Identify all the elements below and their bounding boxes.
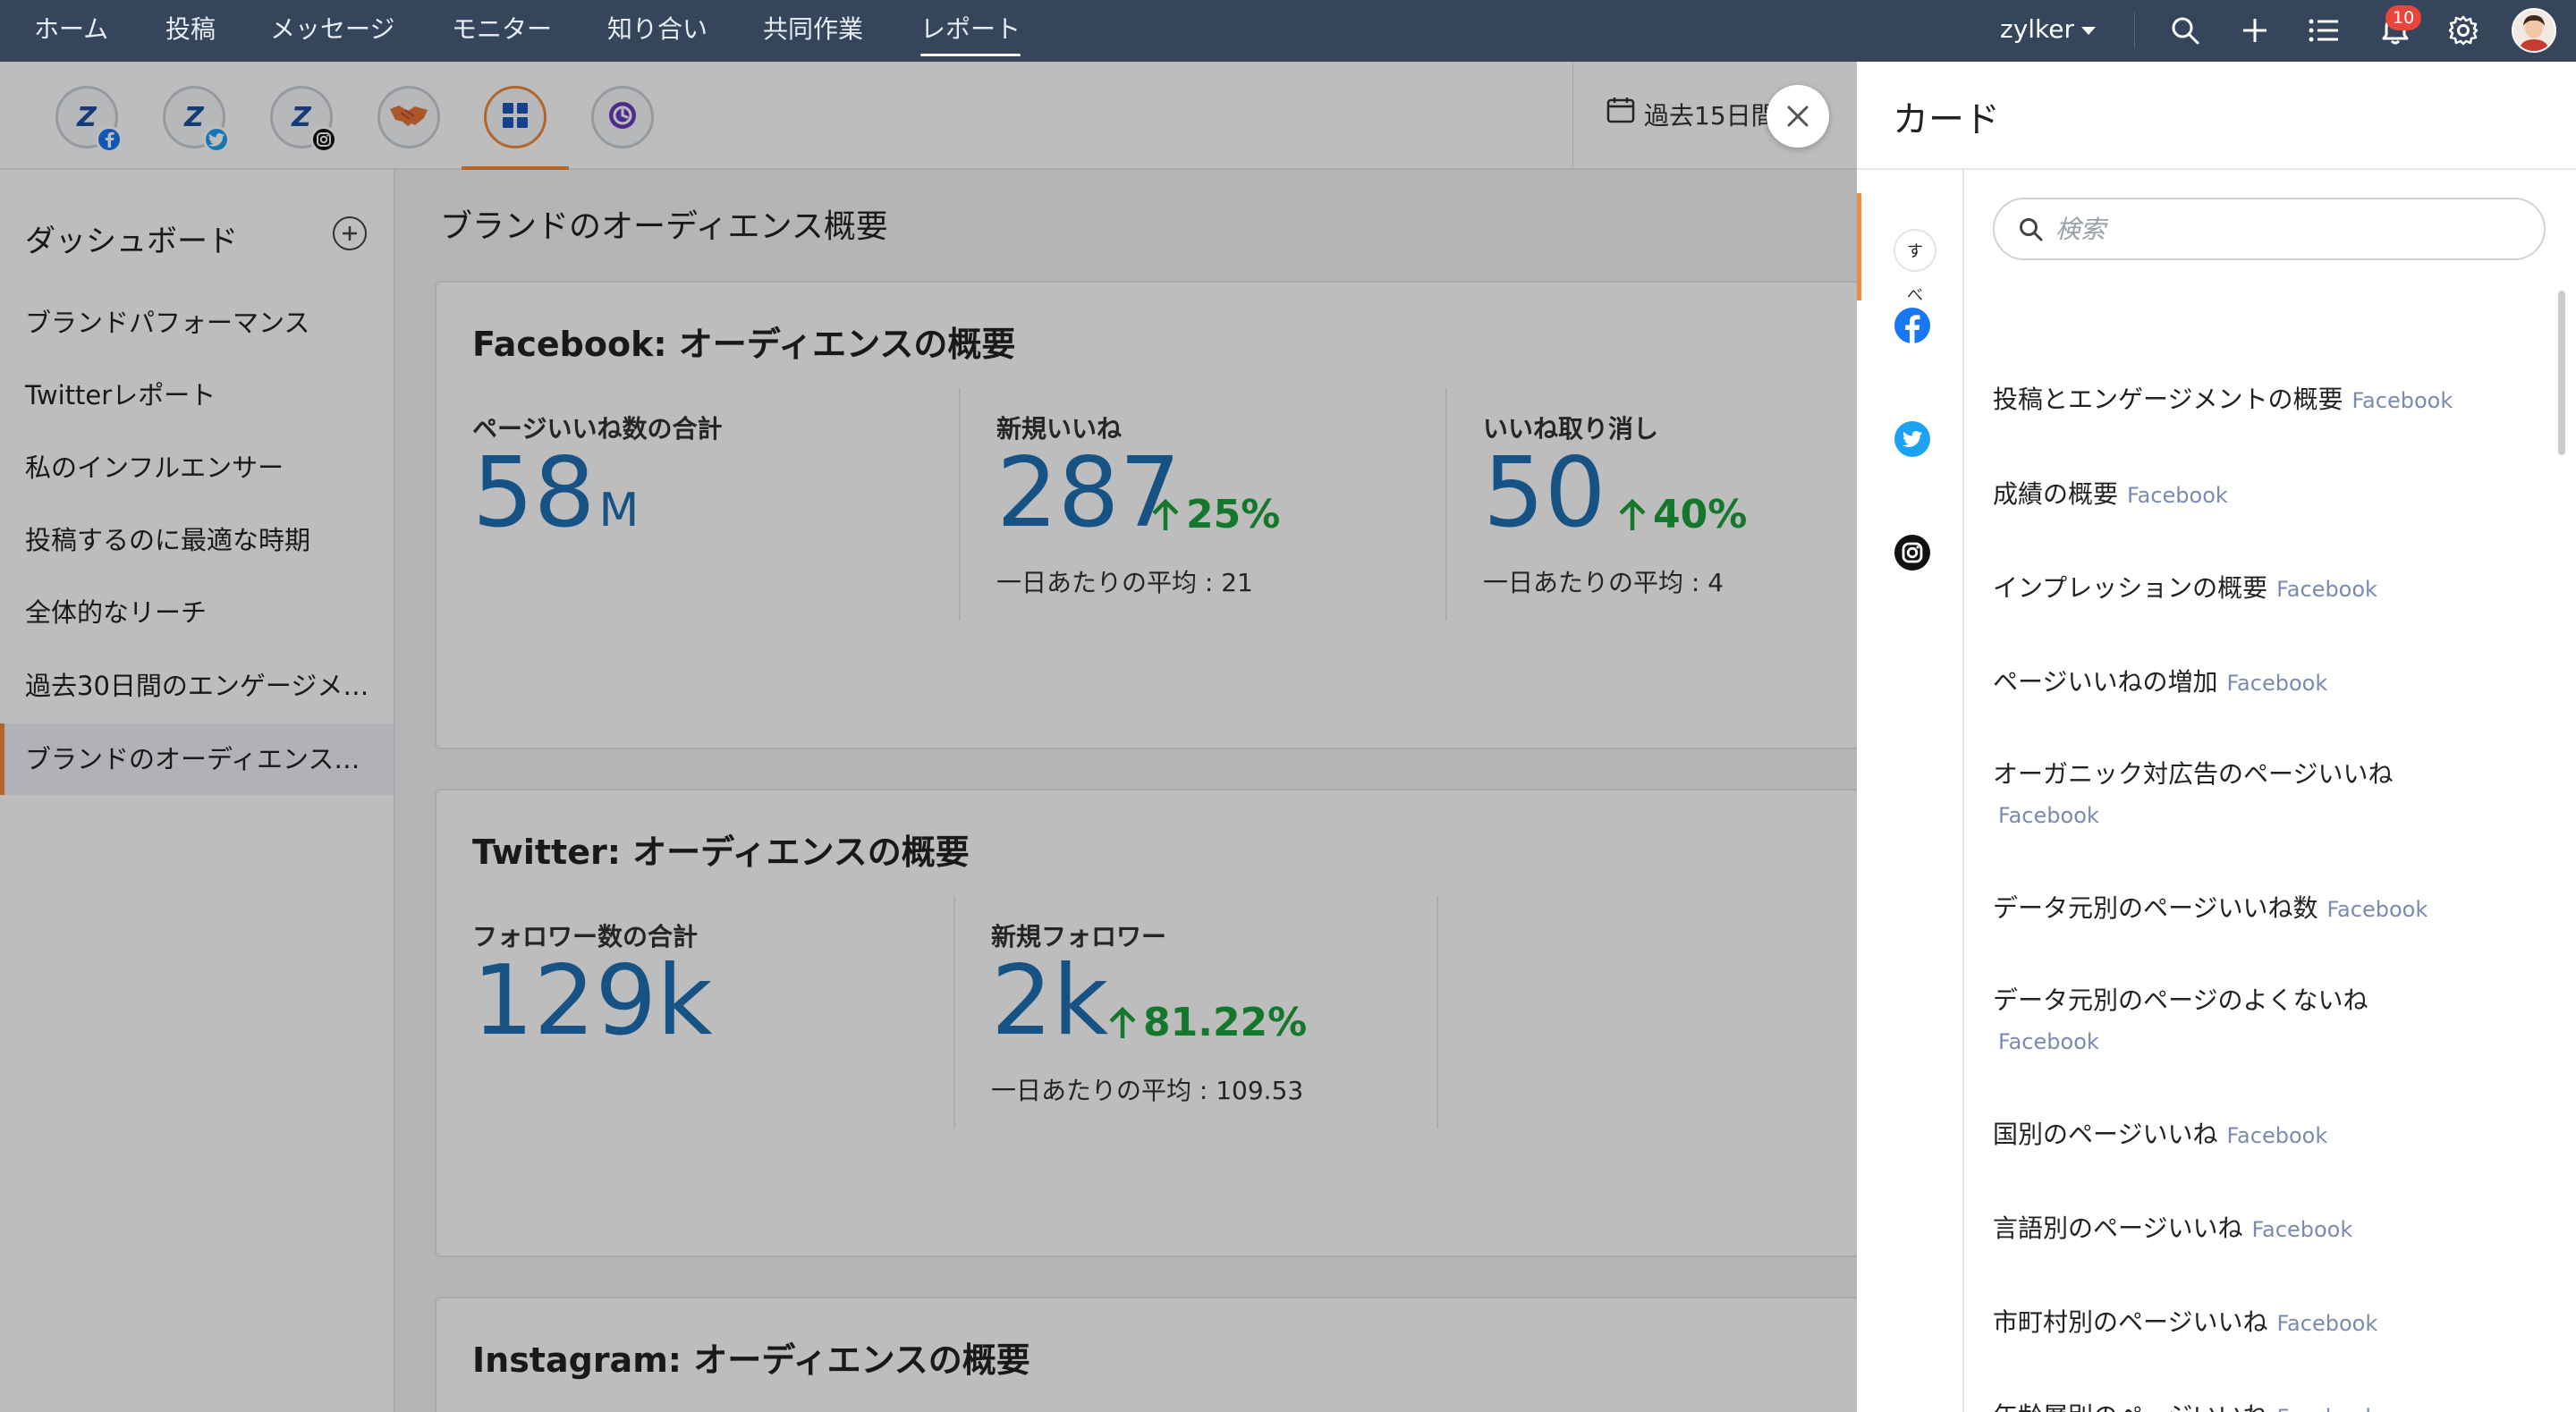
filter-facebook-tab[interactable] xyxy=(1893,306,1932,345)
card-item-title: 年齢層別のページいいね xyxy=(1993,1401,2267,1412)
card-list-item[interactable]: 年齢層別のページいいね Facebook xyxy=(1993,1397,2529,1412)
twitter-icon xyxy=(1894,421,1930,457)
drawer-title: カード xyxy=(1893,99,2000,140)
search-icon[interactable] xyxy=(2167,13,2203,48)
card-item-network-tag: Facebook xyxy=(2276,1405,2377,1412)
notification-count-badge: 10 xyxy=(2385,5,2422,30)
search-icon xyxy=(2020,218,2043,241)
card-item-network-tag: Facebook xyxy=(2326,897,2428,922)
card-item-title: 言語別のページいいね xyxy=(1993,1213,2243,1243)
account-switcher[interactable]: zylker xyxy=(2000,0,2097,62)
card-item-network-tag: Facebook xyxy=(2351,388,2453,413)
card-item-network-tag: Facebook xyxy=(1998,803,2099,828)
card-item-title: 投稿とエンゲージメントの概要 xyxy=(1993,385,2343,414)
card-list-item[interactable]: データ元別のページいいね数 Facebook xyxy=(1993,889,2529,925)
card-item-network-tag: Facebook xyxy=(2251,1217,2353,1242)
nav-item-reports[interactable]: レポート xyxy=(920,0,1021,62)
search-input[interactable] xyxy=(2055,214,2503,244)
list-icon[interactable] xyxy=(2306,13,2342,48)
plus-icon[interactable] xyxy=(2237,13,2273,48)
nav-divider xyxy=(2134,13,2135,48)
card-item-title: 市町村別のページいいね xyxy=(1993,1307,2268,1337)
card-item-network-tag: Facebook xyxy=(2226,671,2328,696)
card-search-field[interactable] xyxy=(1993,198,2546,260)
card-list-item[interactable]: データ元別のページのよくないね Facebook xyxy=(1993,981,2529,1054)
filter-all-circle: す xyxy=(1894,229,1936,272)
nav-item-messages[interactable]: メッセージ xyxy=(270,0,394,62)
cards-drawer: カード す べて 投稿とエンゲージメントの概要 Facebook 成績の概要 Fac… xyxy=(1857,62,2576,1412)
card-list-item[interactable]: 国別のページいいね Facebook xyxy=(1993,1115,2529,1151)
card-item-title: 国別のページいいね xyxy=(1993,1120,2218,1149)
nav-item-monitor[interactable]: モニター xyxy=(452,0,552,62)
facebook-icon xyxy=(1894,308,1930,343)
nav-item-connections[interactable]: 知り合い xyxy=(607,0,708,62)
card-item-network-tag: Facebook xyxy=(2276,1311,2378,1336)
card-list-item[interactable]: オーガニック対広告のページいいね Facebook xyxy=(1993,755,2529,828)
modal-backdrop[interactable] xyxy=(0,62,1857,1412)
card-item-network-tag: Facebook xyxy=(2276,577,2377,602)
card-item-network-tag: Facebook xyxy=(2127,483,2228,508)
card-item-title: 成績の概要 xyxy=(1993,479,2119,509)
card-item-title: インプレッションの概要 xyxy=(1993,573,2268,603)
account-name: zylker xyxy=(2000,14,2075,44)
card-list-item[interactable]: 成績の概要 Facebook xyxy=(1993,475,2529,511)
nav-item-home[interactable]: ホーム xyxy=(34,0,108,62)
gear-icon[interactable] xyxy=(2445,13,2481,48)
card-list-item[interactable]: ページいいねの増加 Facebook xyxy=(1993,663,2529,698)
card-list-item[interactable]: 言語別のページいいね Facebook xyxy=(1993,1209,2529,1245)
user-avatar[interactable] xyxy=(2512,8,2556,53)
card-list-item[interactable]: インプレッションの概要 Facebook xyxy=(1993,569,2529,605)
drawer-header: カード xyxy=(1857,62,2576,170)
card-item-title: データ元別のページいいね数 xyxy=(1993,893,2318,923)
card-item-network-tag: Facebook xyxy=(1998,1029,2099,1054)
card-list-item[interactable]: 市町村別のページいいね Facebook xyxy=(1993,1303,2529,1339)
card-item-title: ページいいねの増加 xyxy=(1993,667,2218,697)
nav-item-posts[interactable]: 投稿 xyxy=(165,0,216,62)
filter-instagram-tab[interactable] xyxy=(1893,533,1932,572)
close-icon xyxy=(1787,106,1809,127)
drawer-channel-filter: す べて xyxy=(1857,170,1964,1412)
card-list-item[interactable]: 投稿とエンゲージメントの概要 Facebook xyxy=(1993,380,2529,416)
nav-item-collaboration[interactable]: 共同作業 xyxy=(763,0,863,62)
instagram-icon xyxy=(1894,535,1930,571)
close-drawer-button[interactable] xyxy=(1767,85,1829,148)
card-item-network-tag: Facebook xyxy=(2226,1123,2328,1148)
filter-all-tab[interactable]: す べて xyxy=(1857,193,1964,342)
chevron-down-icon xyxy=(2081,26,2097,35)
top-navigation-bar: ホーム 投稿 メッセージ モニター 知り合い 共同作業 レポート zylker … xyxy=(0,0,2576,62)
card-item-title: データ元別のページのよくないね xyxy=(1993,985,2368,1015)
drawer-scrollbar[interactable] xyxy=(2558,291,2565,455)
filter-twitter-tab[interactable] xyxy=(1893,419,1932,459)
card-item-title: オーガニック対広告のページいいね xyxy=(1993,759,2394,789)
